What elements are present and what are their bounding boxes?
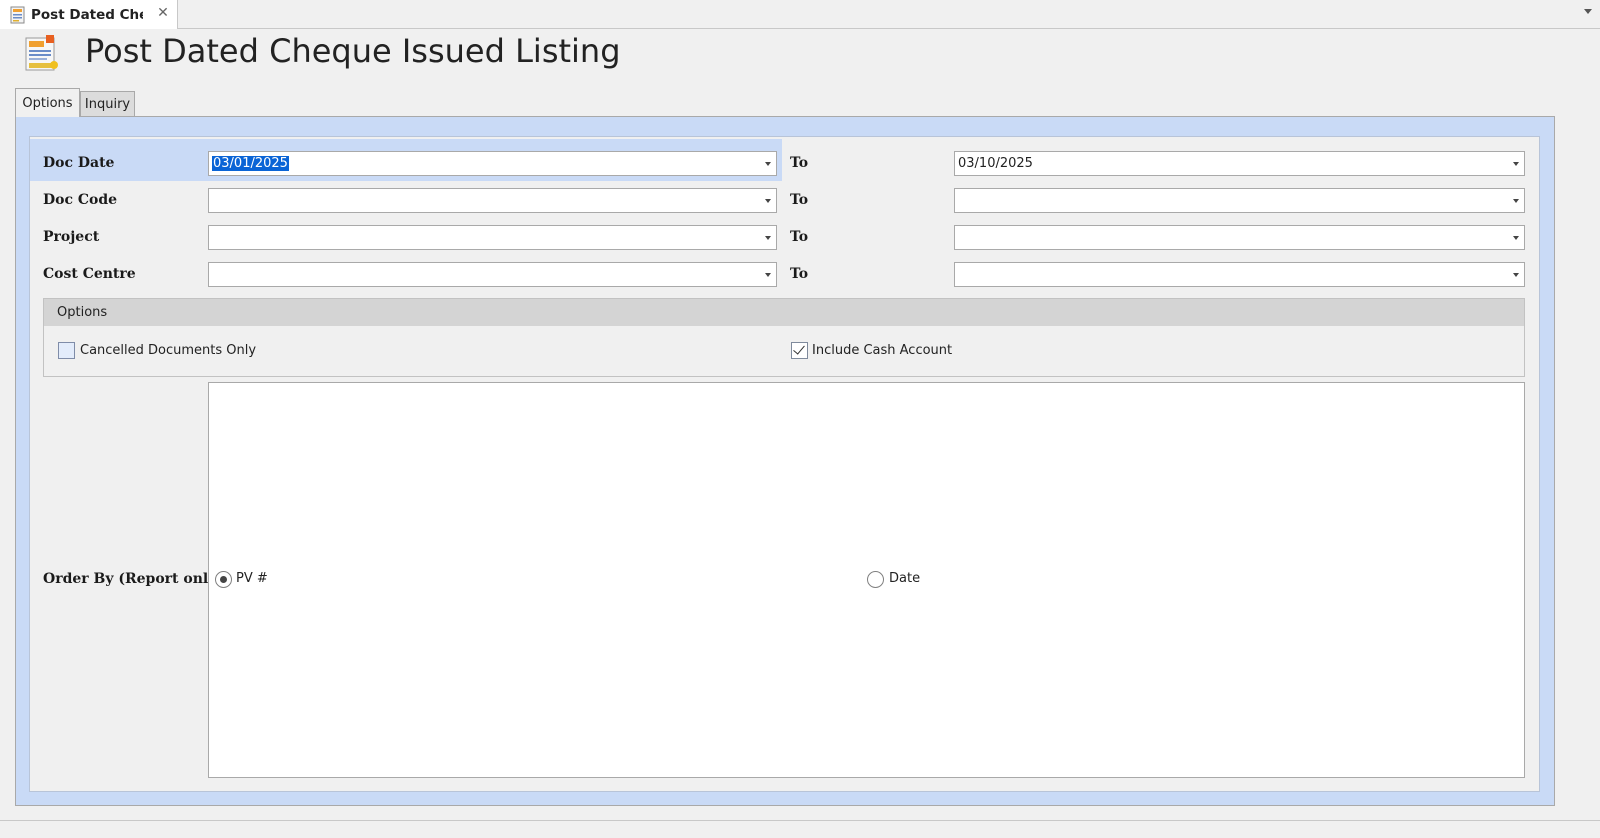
chevron-down-icon[interactable] [765, 162, 771, 166]
check-icon [793, 342, 805, 355]
report-icon [10, 6, 25, 23]
bottom-divider [0, 820, 1600, 821]
cost-centre-to-label: To [790, 266, 809, 282]
order-by-date-radio[interactable] [867, 571, 884, 588]
chevron-down-icon[interactable] [1513, 273, 1519, 277]
project-label: Project [43, 229, 100, 245]
options-group-header: Options [44, 299, 1524, 326]
page-title: Post Dated Cheque Issued Listing [85, 32, 621, 70]
document-tab-bar: Post Dated Chec ✕ [0, 0, 1600, 29]
chevron-down-icon[interactable] [1513, 236, 1519, 240]
document-tab-title: Post Dated Chec [31, 6, 143, 23]
doc-date-label: Doc Date [43, 155, 115, 171]
chevron-down-icon[interactable] [1584, 9, 1592, 14]
doc-code-from-combo[interactable] [208, 188, 777, 213]
chevron-down-icon[interactable] [765, 273, 771, 277]
doc-date-from-combo[interactable]: 03/01/2025 [208, 151, 777, 176]
include-cash-account-label[interactable]: Include Cash Account [812, 343, 952, 358]
doc-date-to-combo[interactable]: 03/10/2025 [954, 151, 1525, 176]
cost-centre-from-combo[interactable] [208, 262, 777, 287]
doc-code-to-label: To [790, 192, 809, 208]
project-to-label: To [790, 229, 809, 245]
chevron-down-icon[interactable] [765, 199, 771, 203]
project-from-combo[interactable] [208, 225, 777, 250]
order-by-pv-radio[interactable] [215, 571, 232, 588]
project-to-combo[interactable] [954, 225, 1525, 250]
cancelled-documents-label[interactable]: Cancelled Documents Only [80, 343, 256, 358]
doc-date-to-label: To [790, 155, 809, 171]
options-group: Options Cancelled Documents Only Include… [43, 298, 1525, 377]
document-tab[interactable]: Post Dated Chec ✕ [0, 0, 178, 29]
radio-selected-dot [220, 576, 227, 583]
order-by-pv-label[interactable]: PV # [236, 571, 268, 586]
doc-date-from-value: 03/01/2025 [212, 156, 289, 171]
include-cash-account-checkbox[interactable] [791, 342, 808, 359]
order-by-label: Order By (Report only) [43, 571, 223, 587]
order-by-date-label[interactable]: Date [889, 571, 920, 586]
chevron-down-icon[interactable] [765, 236, 771, 240]
doc-date-to-value: 03/10/2025 [958, 156, 1033, 171]
cost-centre-to-combo[interactable] [954, 262, 1525, 287]
doc-code-label: Doc Code [43, 192, 118, 208]
close-icon[interactable]: ✕ [155, 5, 171, 21]
report-icon [25, 35, 58, 71]
tab-inquiry[interactable]: Inquiry [80, 91, 135, 117]
tab-options[interactable]: Options [15, 88, 80, 117]
cost-centre-label: Cost Centre [43, 266, 136, 282]
chevron-down-icon[interactable] [1513, 199, 1519, 203]
doc-code-to-combo[interactable] [954, 188, 1525, 213]
cancelled-documents-checkbox[interactable] [58, 342, 75, 359]
chevron-down-icon[interactable] [1513, 162, 1519, 166]
